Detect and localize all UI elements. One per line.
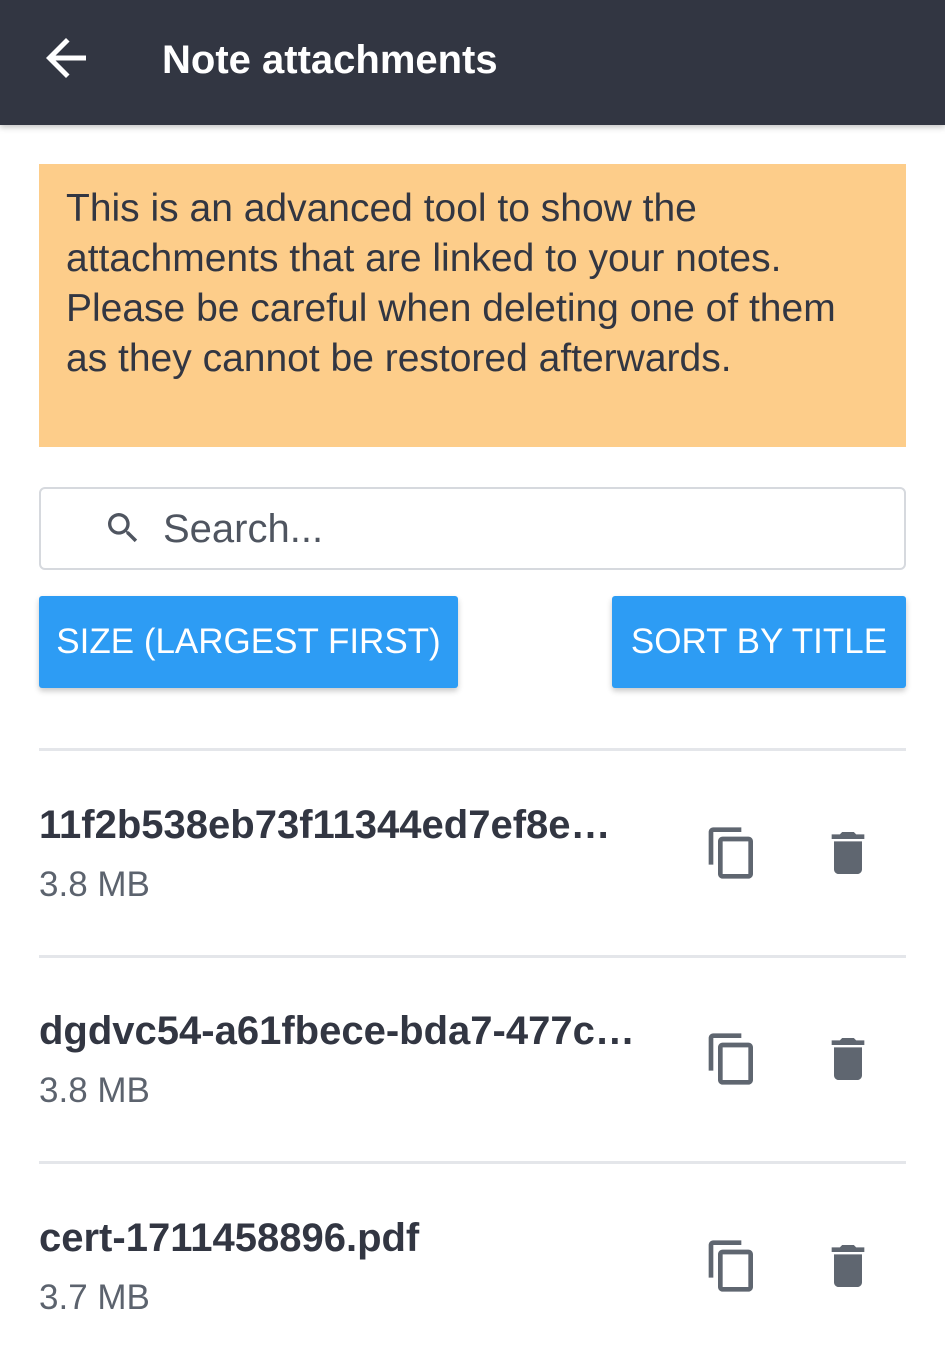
search-icon (108, 513, 138, 543)
arrow-left-icon (46, 38, 86, 78)
list-item: 11f2b538eb73f11344ed7ef8e… 3.8 MB (0, 751, 945, 957)
copy-icon (708, 827, 753, 879)
delete-button[interactable] (816, 1027, 880, 1091)
attachment-size: 3.7 MB (39, 1278, 150, 1317)
copy-icon (708, 1240, 753, 1292)
sort-by-title-button[interactable]: SORT BY TITLE (612, 596, 906, 688)
trash-icon (831, 1245, 865, 1287)
attachment-size: 3.8 MB (39, 1071, 150, 1110)
back-button[interactable] (30, 22, 102, 94)
attachment-size: 3.8 MB (39, 865, 150, 904)
trash-icon (831, 1038, 865, 1080)
attachment-name: 11f2b538eb73f11344ed7ef8e… (39, 803, 611, 847)
app-header: Note attachments (0, 0, 945, 125)
search-box[interactable] (39, 487, 906, 570)
attachment-name: cert-1711458896.pdf (39, 1216, 420, 1260)
delete-button[interactable] (816, 821, 880, 885)
copy-button[interactable] (700, 821, 764, 885)
copy-icon (708, 1033, 753, 1085)
list-item: dgdvc54-a61fbece-bda7-477c… 3.8 MB (0, 957, 945, 1163)
page-title: Note attachments (162, 38, 498, 82)
list-item: cert-1711458896.pdf 3.7 MB (0, 1164, 945, 1370)
search-input[interactable] (163, 499, 863, 559)
sort-by-size-button[interactable]: SIZE (LARGEST FIRST) (39, 596, 458, 688)
delete-button[interactable] (816, 1234, 880, 1298)
warning-notice: This is an advanced tool to show the att… (39, 164, 906, 447)
attachment-name: dgdvc54-a61fbece-bda7-477c… (39, 1009, 635, 1053)
copy-button[interactable] (700, 1027, 764, 1091)
trash-icon (831, 832, 865, 874)
copy-button[interactable] (700, 1234, 764, 1298)
